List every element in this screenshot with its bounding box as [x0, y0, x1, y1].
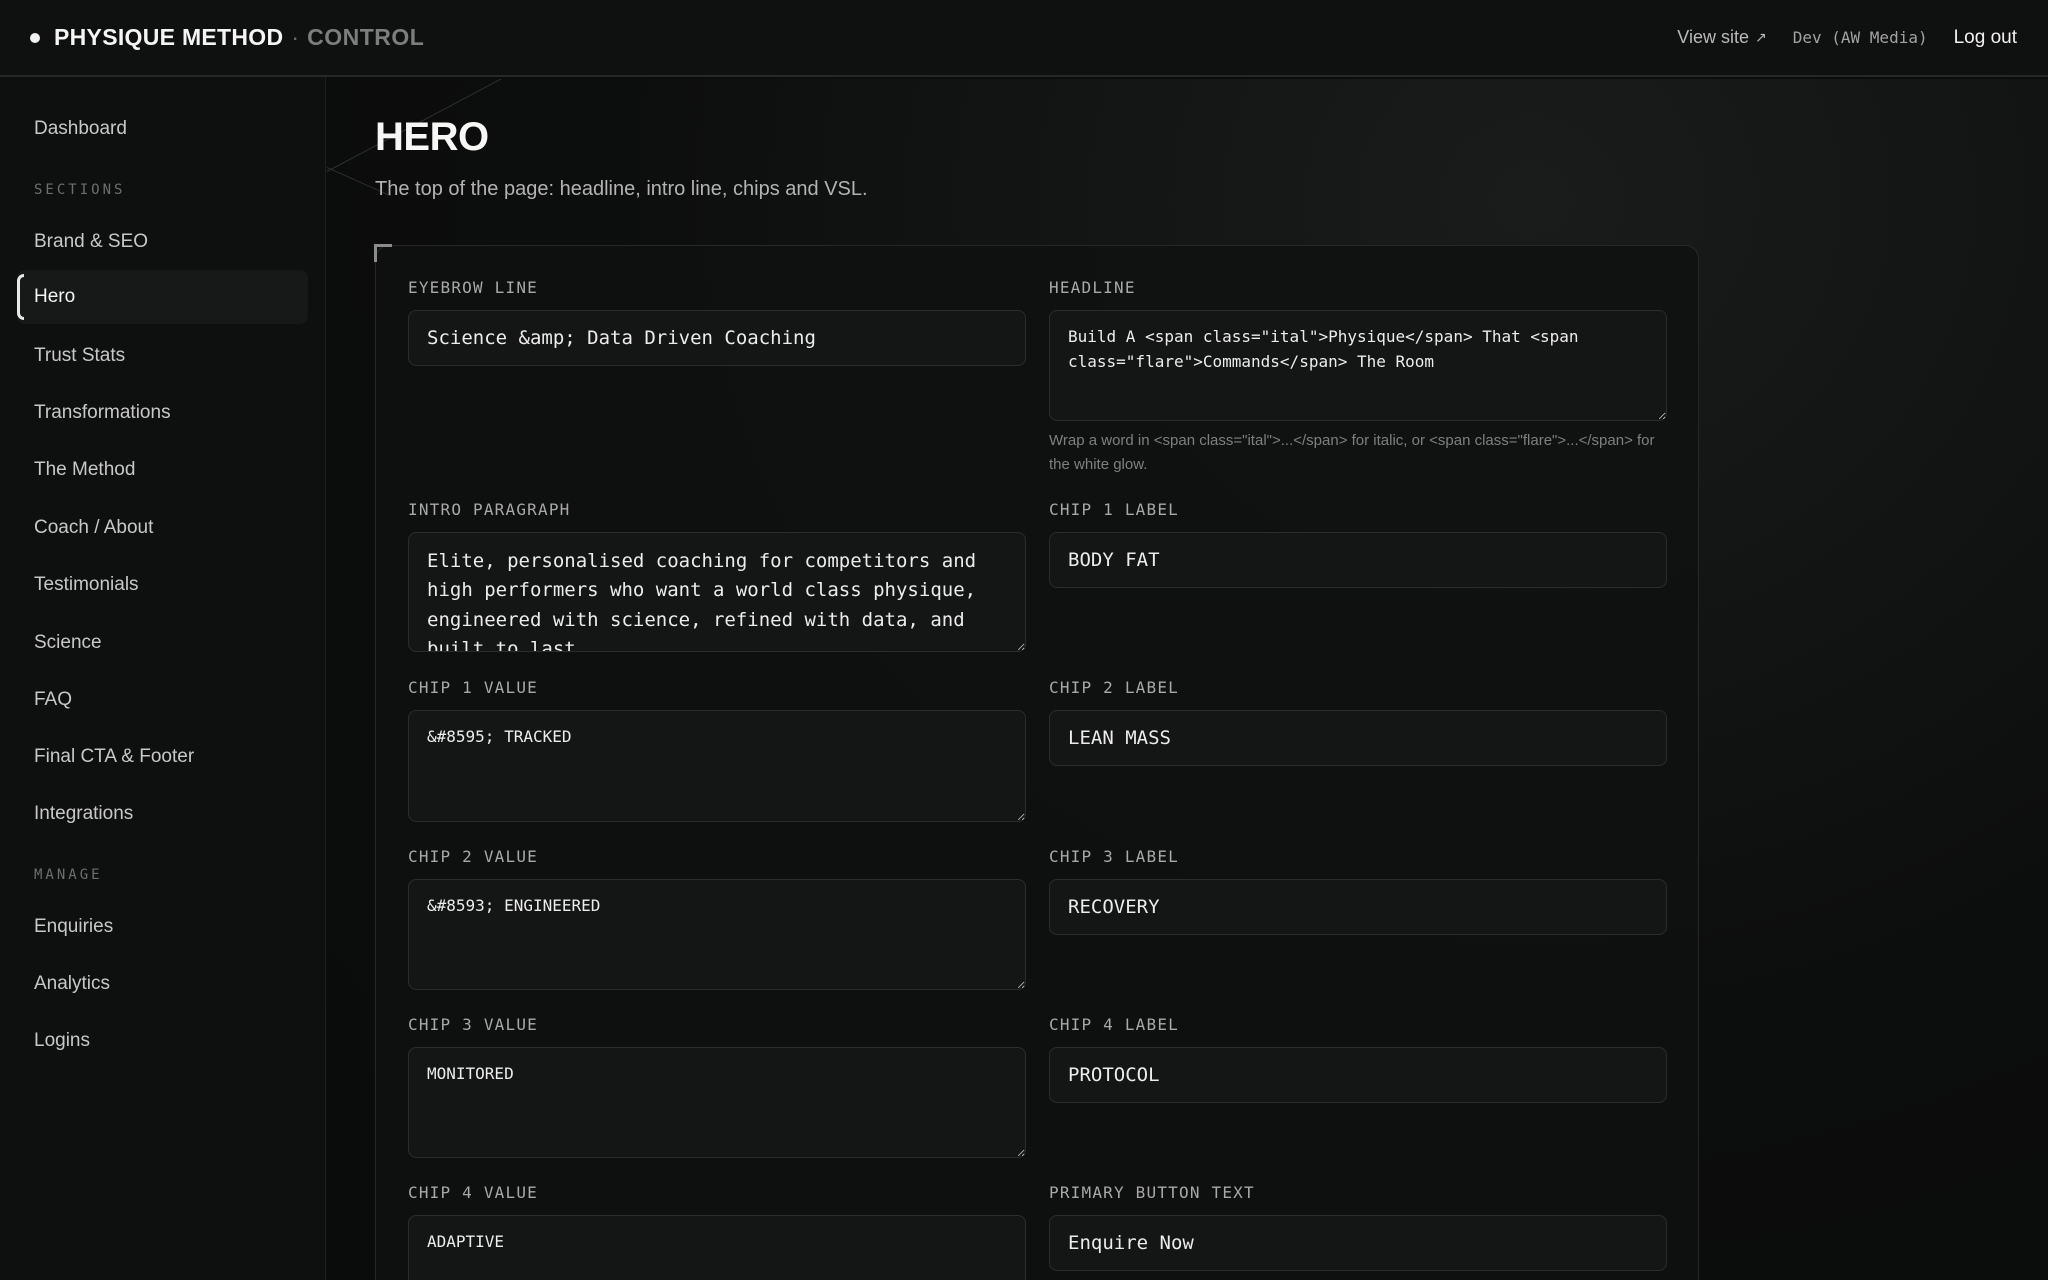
brand-separator: · — [291, 24, 300, 50]
sidebar-item-final-cta-footer[interactable]: Final CTA & Footer — [17, 730, 308, 784]
chip4-value-label: CHIP 4 VALUE — [408, 1183, 538, 1202]
sidebar: Dashboard SECTIONS Brand & SEO Hero Trus… — [0, 77, 326, 1280]
primary-button-text-label: PRIMARY BUTTON TEXT — [1049, 1183, 1255, 1202]
chip2-value-label: CHIP 2 VALUE — [408, 847, 538, 866]
sidebar-item-science[interactable]: Science — [17, 616, 308, 670]
chip3-label-label: CHIP 3 LABEL — [1049, 847, 1179, 866]
view-site-label: View site — [1677, 27, 1749, 47]
chip2-value-textarea[interactable]: &#8593; ENGINEERED — [408, 879, 1026, 990]
chip1-label-label: CHIP 1 LABEL — [1049, 500, 1179, 519]
sidebar-item-hero[interactable]: Hero — [17, 270, 308, 324]
external-link-icon: ↗ — [1755, 29, 1767, 45]
chip1-label-input[interactable] — [1049, 532, 1667, 588]
logout-button[interactable]: Log out — [1954, 27, 2017, 49]
page-title: HERO — [375, 115, 489, 159]
sidebar-item-integrations[interactable]: Integrations — [17, 787, 308, 841]
intro-textarea[interactable]: Elite, personalised coaching for competi… — [408, 532, 1026, 652]
chip2-label-label: CHIP 2 LABEL — [1049, 678, 1179, 697]
brand-subtitle: CONTROL — [307, 24, 425, 50]
environment-label: Dev (AW Media) — [1792, 28, 1928, 47]
sidebar-item-coach-about[interactable]: Coach / About — [17, 501, 308, 555]
chip2-label-input[interactable] — [1049, 710, 1667, 766]
corner-bracket-icon — [374, 244, 392, 262]
chip3-label-input[interactable] — [1049, 879, 1667, 935]
top-actions: View site ↗ Dev (AW Media) Log out — [1677, 27, 2017, 49]
sidebar-item-testimonials[interactable]: Testimonials — [17, 558, 308, 612]
hero-form-panel: EYEBROW LINE HEADLINE Build A <span clas… — [374, 244, 1699, 1280]
eyebrow-label: EYEBROW LINE — [408, 278, 538, 297]
sidebar-item-trust-stats[interactable]: Trust Stats — [17, 329, 308, 383]
brand-dot-icon — [30, 32, 40, 43]
chip3-value-label: CHIP 3 VALUE — [408, 1015, 538, 1034]
chip1-value-label: CHIP 1 VALUE — [408, 678, 538, 697]
page-subtitle: The top of the page: headline, intro lin… — [375, 178, 868, 200]
main-content: HERO The top of the page: headline, intr… — [327, 79, 2048, 1280]
sidebar-heading-manage: MANAGE — [34, 867, 103, 883]
eyebrow-input[interactable] — [408, 310, 1026, 366]
sidebar-item-the-method[interactable]: The Method — [17, 443, 308, 497]
headline-textarea[interactable]: Build A <span class="ital">Physique</spa… — [1049, 310, 1667, 421]
sidebar-item-transformations[interactable]: Transformations — [17, 386, 308, 440]
chip4-value-textarea[interactable]: ADAPTIVE — [408, 1215, 1026, 1280]
brand-name: PHYSIQUE METHOD — [54, 24, 284, 50]
sidebar-item-brand-seo[interactable]: Brand & SEO — [17, 215, 308, 269]
chip3-value-textarea[interactable]: MONITORED — [408, 1047, 1026, 1158]
view-site-link[interactable]: View site ↗ — [1677, 27, 1766, 48]
headline-hint: Wrap a word in <span class="ital">...</s… — [1049, 432, 1655, 473]
sidebar-heading-sections: SECTIONS — [34, 182, 126, 198]
chip4-label-input[interactable] — [1049, 1047, 1667, 1103]
chip4-label-label: CHIP 4 LABEL — [1049, 1015, 1179, 1034]
sidebar-item-faq[interactable]: FAQ — [17, 673, 308, 727]
chip1-value-textarea[interactable]: &#8595; TRACKED — [408, 710, 1026, 822]
primary-button-text-input[interactable] — [1049, 1215, 1667, 1271]
sidebar-item-enquiries[interactable]: Enquiries — [17, 900, 308, 954]
top-bar: PHYSIQUE METHOD · CONTROL View site ↗ De… — [0, 0, 2048, 77]
sidebar-item-dashboard[interactable]: Dashboard — [17, 102, 308, 156]
sidebar-item-logins[interactable]: Logins — [17, 1014, 308, 1068]
brand: PHYSIQUE METHOD · CONTROL — [30, 24, 424, 51]
sidebar-item-analytics[interactable]: Analytics — [17, 957, 308, 1011]
intro-label: INTRO PARAGRAPH — [408, 500, 571, 519]
headline-label: HEADLINE — [1049, 278, 1136, 297]
